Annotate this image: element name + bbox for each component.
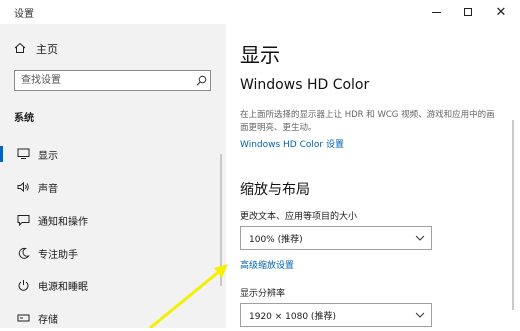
hd-color-heading: Windows HD Color	[240, 77, 370, 93]
sidebar-item-display[interactable]: 显示	[0, 141, 226, 167]
page-title: 显示	[240, 43, 280, 67]
main-content: 显示 Windows HD Color 在上面所选择的显示器上让 HDR 和 W…	[226, 24, 520, 328]
resolution-value: 1920 × 1080 (推荐)	[249, 311, 336, 322]
search-icon[interactable]	[192, 75, 210, 86]
power-icon	[16, 278, 30, 292]
resolution-label: 显示分辨率	[240, 289, 286, 299]
scale-dropdown[interactable]: 100% (推荐)	[240, 226, 432, 250]
close-button[interactable]: ✕	[484, 0, 518, 24]
main-scrollbar[interactable]	[512, 120, 514, 310]
sidebar-item-power[interactable]: 电源和睡眠	[0, 272, 226, 298]
sidebar-item-label: 通知和操作	[38, 216, 88, 228]
home-label: 主页	[36, 43, 58, 56]
sidebar-item-notifications[interactable]: 通知和操作	[0, 207, 226, 233]
minimize-icon	[431, 11, 441, 13]
settings-window: 设置 ✕ 主页 系统 显示	[0, 0, 520, 328]
sidebar-item-storage[interactable]: 存储	[0, 305, 226, 331]
advanced-scaling-link[interactable]: 高级缩放设置	[240, 258, 294, 271]
scale-layout-heading: 缩放与布局	[240, 182, 310, 198]
home-link[interactable]: 主页	[14, 39, 58, 59]
sidebar-item-focus-assist[interactable]: 专注助手	[0, 240, 226, 266]
sidebar-item-label: 电源和睡眠	[38, 281, 88, 293]
speaker-icon	[16, 180, 30, 194]
notification-icon	[16, 213, 30, 227]
chevron-down-icon	[409, 235, 431, 241]
sidebar-scrollbar[interactable]	[220, 154, 222, 286]
hd-color-settings-link[interactable]: Windows HD Color 设置	[240, 137, 344, 150]
active-indicator	[0, 146, 3, 162]
close-icon: ✕	[495, 4, 507, 20]
sidebar-item-label: 存储	[38, 314, 58, 326]
section-label: 系统	[14, 113, 34, 124]
storage-icon	[16, 311, 30, 325]
monitor-icon	[16, 147, 30, 161]
sidebar-item-label: 专注助手	[38, 249, 78, 261]
hd-color-description: 在上面所选择的显示器上让 HDR 和 WCG 视频、游戏和应用中的画面更明亮、更…	[240, 110, 495, 133]
home-icon	[14, 42, 26, 57]
scale-value: 100% (推荐)	[249, 234, 303, 245]
search-box[interactable]	[14, 70, 211, 91]
minimize-button[interactable]	[419, 0, 453, 24]
resolution-dropdown[interactable]: 1920 × 1080 (推荐)	[240, 303, 432, 327]
sidebar-item-sound[interactable]: 声音	[0, 174, 226, 200]
sidebar-item-label: 声音	[38, 183, 58, 195]
title-bar: 设置 ✕	[0, 0, 520, 24]
scale-label: 更改文本、应用等项目的大小	[240, 212, 358, 222]
maximize-icon	[464, 8, 472, 16]
maximize-button[interactable]	[451, 0, 485, 24]
sidebar: 主页 系统 显示 声音 通知和操作	[0, 24, 226, 328]
sidebar-item-label: 显示	[38, 150, 58, 162]
window-title: 设置	[14, 9, 34, 20]
chevron-down-icon	[409, 312, 431, 318]
search-input[interactable]	[15, 71, 192, 90]
moon-icon	[16, 246, 30, 260]
